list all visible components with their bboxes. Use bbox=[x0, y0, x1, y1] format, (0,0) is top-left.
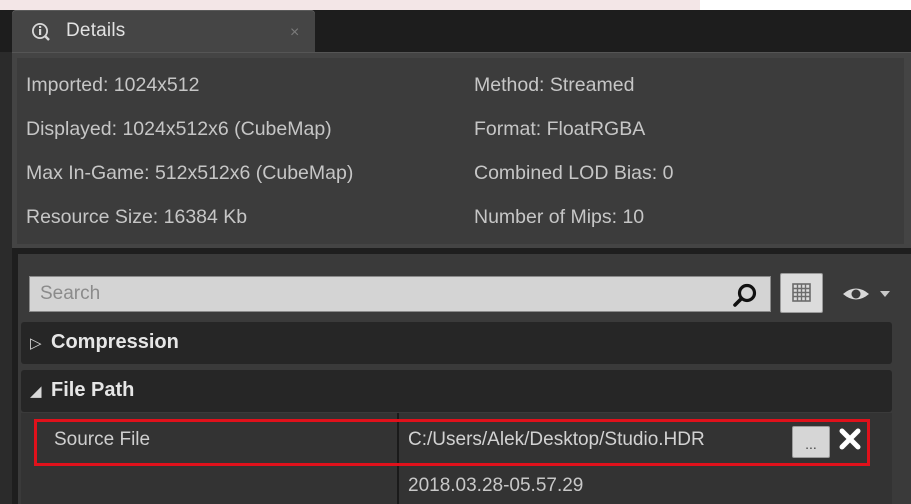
top-strip bbox=[0, 0, 911, 10]
eye-icon[interactable] bbox=[840, 283, 898, 305]
category-label: Compression bbox=[51, 331, 179, 353]
info-displayed: Displayed: 1024x512x6 (CubeMap) bbox=[26, 118, 332, 140]
view-options-button[interactable] bbox=[780, 273, 823, 313]
info-num-mips: Number of Mips: 10 bbox=[474, 206, 645, 228]
category-file-path[interactable]: ◢ File Path bbox=[21, 370, 892, 412]
property-matrix-icon bbox=[792, 283, 811, 302]
info-lod-bias: Combined LOD Bias: 0 bbox=[474, 162, 674, 184]
expanded-arrow-icon: ◢ bbox=[30, 383, 42, 400]
category-label: File Path bbox=[51, 379, 135, 401]
category-compression[interactable]: ▷ Compression bbox=[21, 322, 892, 364]
search-icon[interactable] bbox=[732, 282, 758, 308]
collapsed-arrow-icon: ▷ bbox=[30, 335, 42, 352]
info-max-in-game: Max In-Game: 512x512x6 (CubeMap) bbox=[26, 162, 354, 184]
source-file-highlight bbox=[34, 419, 870, 466]
info-resource-size: Resource Size: 16384 Kb bbox=[26, 206, 248, 228]
search-input[interactable]: Search bbox=[29, 276, 771, 312]
tab-title: Details bbox=[66, 20, 126, 41]
source-file-timestamp: 2018.03.28-05.57.29 bbox=[408, 475, 584, 496]
info-method: Method: Streamed bbox=[474, 74, 635, 96]
tab-details[interactable]: Details × bbox=[12, 10, 315, 52]
info-magnifier-icon bbox=[32, 23, 50, 41]
info-imported: Imported: 1024x512 bbox=[26, 74, 200, 96]
tab-bar: Details × bbox=[0, 10, 911, 52]
top-strip-tint bbox=[0, 0, 700, 10]
info-format: Format: FloatRGBA bbox=[474, 118, 646, 140]
tab-close-button[interactable]: × bbox=[290, 25, 299, 41]
search-placeholder: Search bbox=[40, 283, 101, 304]
